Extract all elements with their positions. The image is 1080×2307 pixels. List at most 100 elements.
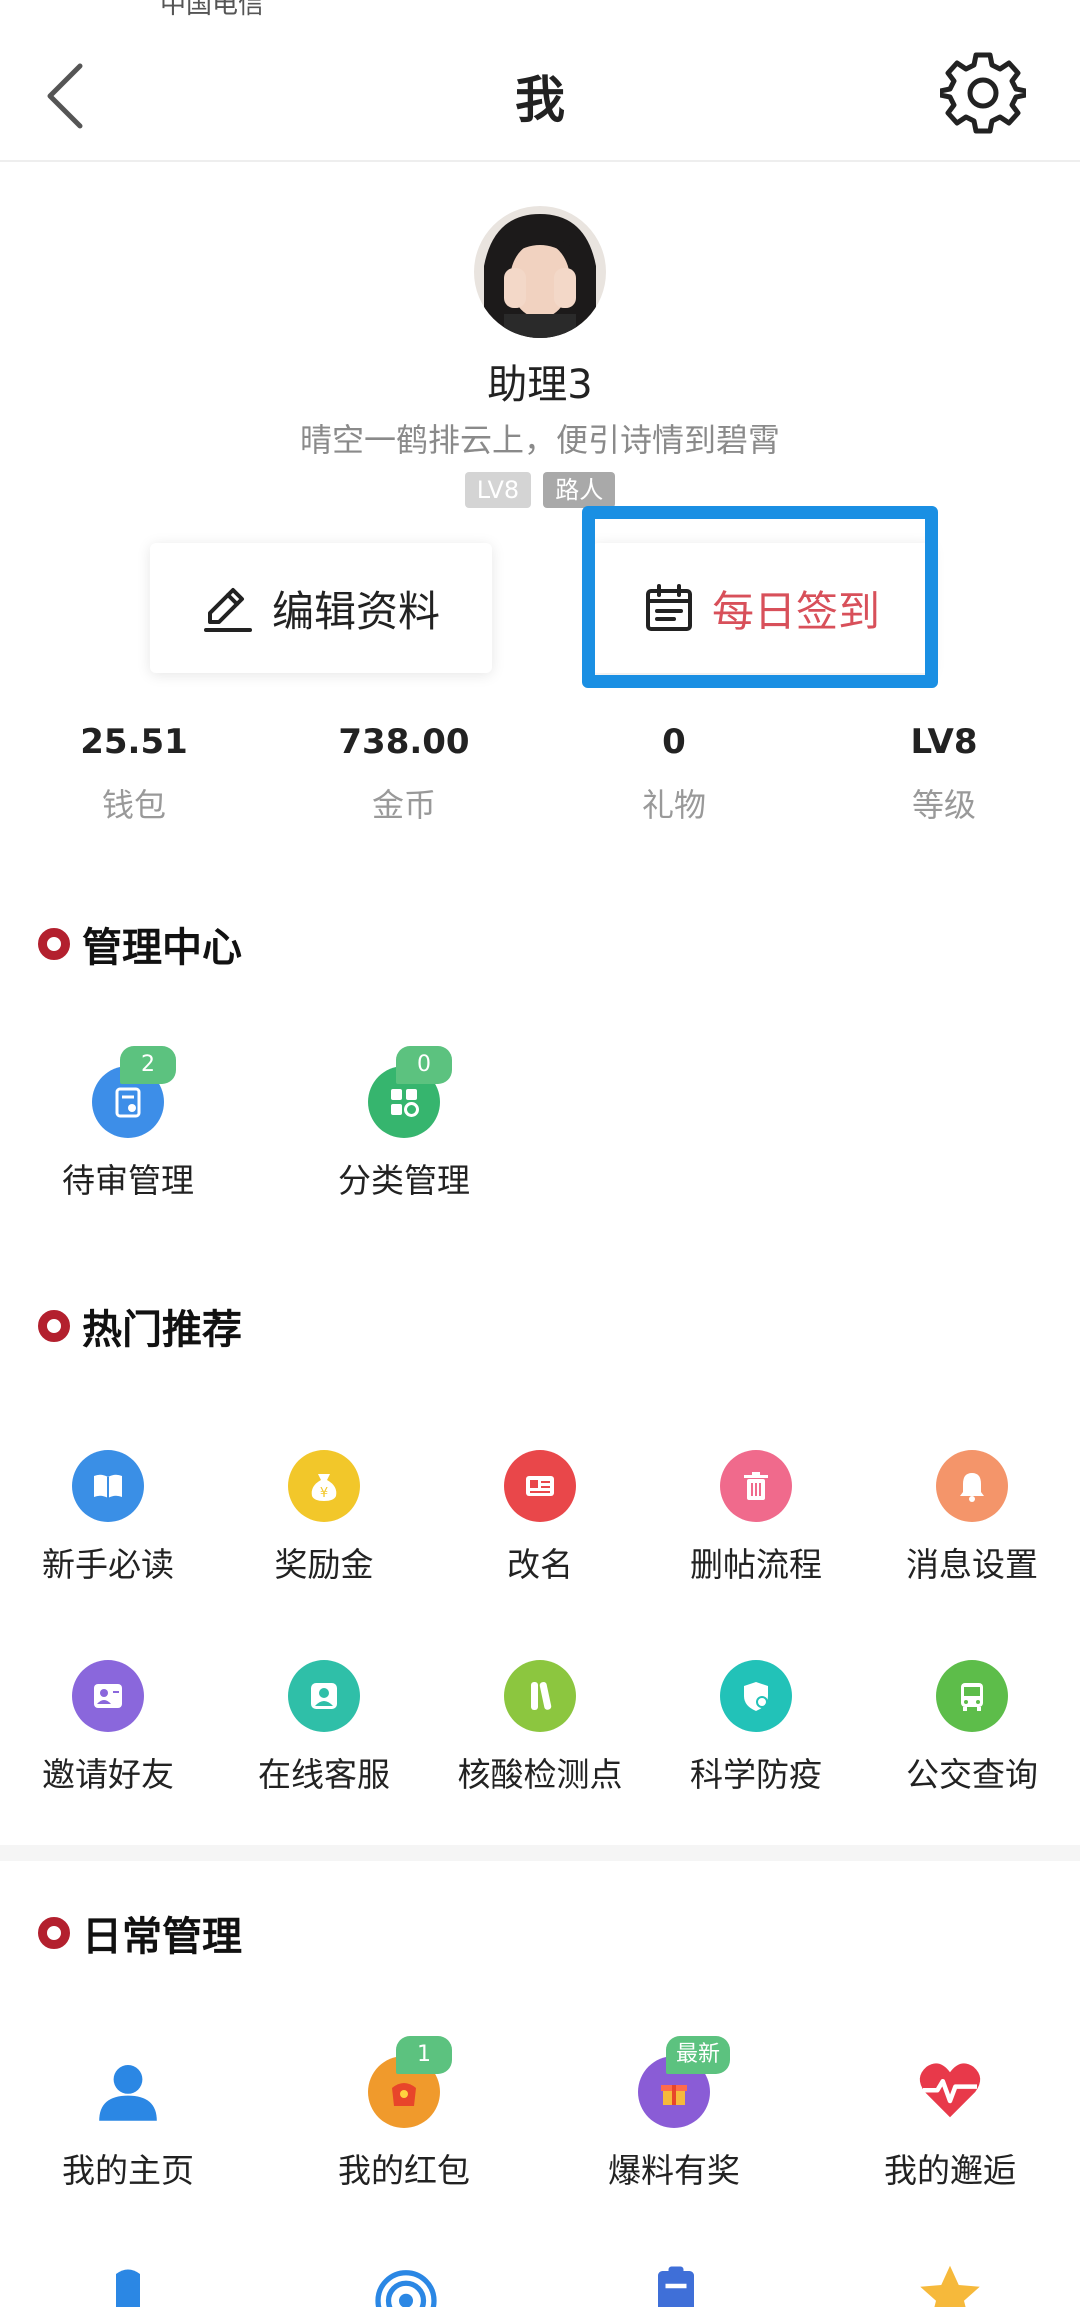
grid-item-rename[interactable]: 改名 (432, 1450, 648, 1586)
grid-item-label: 我的红包 (338, 2151, 470, 2190)
stat-value: 25.51 (80, 722, 188, 762)
grid-item-message-settings[interactable]: 消息设置 (864, 1450, 1080, 1586)
highlight-box (582, 506, 938, 688)
username: 助理3 (487, 362, 593, 408)
grid-item-epidemic-prevention[interactable]: 科学防疫 (648, 1660, 864, 1796)
stat-label: 礼物 (641, 786, 706, 824)
grid-item-bonus[interactable]: ¥ 奖励金 (216, 1450, 432, 1586)
edit-profile-label: 编辑资料 (271, 586, 440, 636)
count-badge: 0 (396, 1046, 452, 1084)
test-tube-icon (504, 1660, 576, 1732)
grid-item-label: 删帖流程 (690, 1545, 822, 1584)
invite-icon (72, 1660, 144, 1732)
grid-item-my-red-envelope[interactable]: 1 我的红包 (314, 2036, 494, 2192)
grid-item-label: 核酸检测点 (457, 1755, 623, 1794)
book-icon (72, 1450, 144, 1522)
user-icon (116, 2269, 140, 2307)
page-title: 我 (515, 71, 565, 129)
review-icon: 2 (92, 1046, 176, 1138)
trash-icon (720, 1450, 792, 1522)
stat-coins[interactable]: 738.00 金币 (304, 722, 504, 826)
id-card-icon (504, 1450, 576, 1522)
new-badge: 最新 (666, 2036, 731, 2074)
avatar[interactable] (474, 206, 606, 338)
grid-item-partial-2[interactable] (366, 2262, 446, 2307)
gift-icon: 最新 (638, 2036, 731, 2128)
grid-item-beginner-guide[interactable]: 新手必读 (0, 1450, 216, 1586)
grid-item-delete-process[interactable]: 删帖流程 (648, 1450, 864, 1586)
grid-item-label: 消息设置 (906, 1545, 1038, 1584)
user-motto: 晴空一鹤排云上，便引诗情到碧霄 (299, 421, 780, 459)
grid-item-label: 改名 (507, 1545, 573, 1584)
star-icon (920, 2265, 980, 2307)
money-bag-icon: ¥ (288, 1450, 360, 1522)
stat-label: 金币 (371, 786, 436, 824)
category-icon: 0 (368, 1046, 452, 1138)
grid-item-label: 科学防疫 (690, 1755, 822, 1794)
grid-item-label: 公交查询 (906, 1755, 1038, 1794)
status-bar: 中国电信 (0, 0, 1080, 30)
grid-item-tip-reward[interactable]: 最新 爆料有奖 (584, 2036, 764, 2192)
red-envelope-icon: 1 (368, 2036, 452, 2128)
section-daily: 日常管理 (38, 1905, 242, 1961)
grid-item-label: 新手必读 (42, 1545, 174, 1584)
stat-gifts[interactable]: 0 礼物 (574, 722, 774, 826)
grid-item-label: 分类管理 (338, 1161, 470, 1200)
section-dot-icon (38, 928, 70, 960)
user-tags: LV8 路人 (0, 472, 1080, 508)
grid-item-label: 我的主页 (62, 2151, 194, 2190)
clipboard-icon (658, 2266, 694, 2307)
stat-wallet[interactable]: 25.51 钱包 (34, 722, 234, 826)
count-badge: 1 (396, 2036, 452, 2074)
grid-item-invite-friends[interactable]: 邀请好友 (0, 1660, 216, 1796)
svg-text:¥: ¥ (320, 1486, 328, 1501)
shield-icon (720, 1660, 792, 1732)
stat-value: 738.00 (338, 722, 470, 762)
grid-item-partial-3[interactable] (636, 2262, 716, 2307)
gear-icon (937, 52, 1029, 134)
grid-item-nucleic-test[interactable]: 核酸检测点 (432, 1660, 648, 1796)
section-dot-icon (38, 1917, 70, 1949)
grid-item-pending-review[interactable]: 2 待审管理 (38, 1046, 218, 1202)
stats-row: 25.51 钱包 738.00 金币 0 礼物 LV8 等级 (0, 722, 1080, 832)
grid-item-label: 爆料有奖 (608, 2151, 740, 2190)
stat-label: 等级 (911, 786, 976, 824)
grid-item-label: 奖励金 (274, 1545, 374, 1584)
stat-label: 钱包 (101, 786, 166, 824)
grid-item-online-support[interactable]: 在线客服 (216, 1660, 432, 1796)
section-title: 日常管理 (82, 1914, 242, 1960)
radar-icon (375, 2270, 437, 2307)
section-title: 热门推荐 (82, 1307, 242, 1353)
section-divider (0, 1845, 1080, 1861)
bell-icon (936, 1450, 1008, 1522)
support-icon (288, 1660, 360, 1732)
carrier-label: 中国电信 (160, 0, 265, 20)
grid-item-my-encounter[interactable]: 我的邂逅 (860, 2056, 1040, 2192)
pencil-icon (203, 588, 252, 632)
grid-item-label: 待审管理 (62, 1161, 194, 1200)
settings-button[interactable] (937, 50, 1029, 136)
role-tag: 路人 (543, 472, 616, 508)
bus-icon (936, 1660, 1008, 1732)
grid-item-partial-1[interactable] (88, 2262, 168, 2307)
user-icon (92, 2056, 164, 2128)
count-badge: 2 (120, 1046, 176, 1084)
stat-value: 0 (662, 722, 686, 762)
grid-item-partial-4[interactable] (910, 2262, 990, 2307)
stat-level[interactable]: LV8 等级 (844, 722, 1044, 826)
grid-item-label: 在线客服 (258, 1755, 390, 1794)
grid-item-label: 我的邂逅 (884, 2151, 1016, 2190)
section-management: 管理中心 (38, 916, 242, 972)
grid-item-category[interactable]: 0 分类管理 (314, 1046, 494, 1202)
heartbeat-icon (914, 2056, 986, 2128)
section-title: 管理中心 (82, 925, 242, 971)
grid-item-bus-query[interactable]: 公交查询 (864, 1660, 1080, 1796)
section-dot-icon (38, 1310, 70, 1342)
top-bar: 我 (0, 30, 1080, 162)
stat-value: LV8 (910, 722, 978, 762)
edit-profile-button[interactable]: 编辑资料 (150, 543, 492, 673)
grid-item-my-homepage[interactable]: 我的主页 (38, 2056, 218, 2192)
grid-item-label: 邀请好友 (42, 1755, 174, 1794)
section-hot: 热门推荐 (38, 1298, 242, 1354)
level-tag: LV8 (464, 472, 532, 508)
